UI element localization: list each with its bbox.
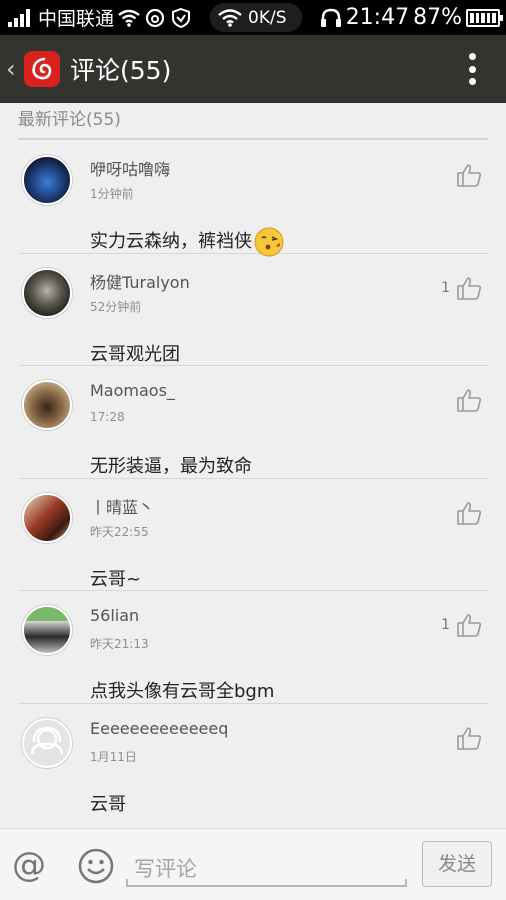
title-bar: ‹ 评论(55): [0, 35, 506, 103]
comment-list: 咿呀咕噜嗨 1分钟前 实力云森纳，裤裆侠 杨健Turalyon 52分钟前 云哥…: [18, 141, 488, 816]
like-button[interactable]: 1: [441, 613, 482, 637]
comment-text: 点我头像有云哥全bgm: [90, 681, 275, 702]
comment-time: 昨天22:55: [90, 524, 149, 539]
comment-item: Maomaos_ 17:28 无形装逼，最为致命: [18, 366, 488, 479]
comment-username[interactable]: 56lian: [90, 606, 139, 625]
comment-text: 实力云森纳，裤裆侠: [90, 227, 284, 257]
send-button[interactable]: 发送: [422, 841, 492, 887]
comment-time: 1分钟前: [90, 187, 134, 201]
mention-button[interactable]: @: [12, 845, 46, 885]
thumbs-up-icon: [457, 389, 482, 412]
back-icon[interactable]: ‹: [6, 55, 20, 83]
thumbs-up-icon: [457, 614, 482, 637]
comment-username[interactable]: Maomaos_: [90, 381, 175, 400]
kiss-emoji-icon: [254, 227, 284, 257]
headphones-icon: [320, 8, 341, 27]
network-speed: 0K/S: [210, 3, 302, 32]
wifi-icon: [118, 7, 140, 29]
avatar[interactable]: [22, 492, 72, 543]
comment-time: 昨天21:13: [90, 637, 149, 651]
comment-input-placeholder: 写评论: [134, 857, 197, 881]
carrier-label: 中国联通: [38, 8, 115, 30]
like-button[interactable]: [450, 163, 482, 187]
more-vertical-icon[interactable]: [468, 53, 476, 85]
comment-username[interactable]: 丨晴蓝丶: [90, 494, 154, 518]
page-title: 评论(55): [70, 56, 172, 85]
comment-username[interactable]: 咿呀咕噜嗨: [90, 156, 170, 180]
avatar[interactable]: [22, 605, 72, 655]
comment-time: 17:28: [90, 410, 125, 424]
comment-username[interactable]: 杨健Turalyon: [90, 269, 190, 293]
battery-percent: 87%: [413, 5, 462, 30]
avatar[interactable]: [22, 267, 72, 318]
like-button[interactable]: [450, 726, 482, 750]
avatar[interactable]: [22, 380, 72, 430]
comment-text: 无形装逼，最为致命: [90, 456, 252, 477]
comment-item: 杨健Turalyon 52分钟前 云哥观光团 1: [18, 254, 488, 366]
like-button[interactable]: [450, 501, 482, 525]
comment-item: 56lian 昨天21:13 点我头像有云哥全bgm 1: [18, 591, 488, 704]
signal-icon: [8, 8, 30, 27]
battery-icon: [466, 8, 503, 27]
music-notification-icon: [144, 7, 166, 29]
like-count: 1: [441, 617, 450, 633]
like-count: 1: [441, 279, 450, 296]
avatar[interactable]: [22, 717, 72, 768]
like-button[interactable]: 1: [441, 276, 482, 300]
thumbs-up-icon: [457, 726, 482, 750]
comment-composer: @ 写评论 发送: [0, 828, 506, 900]
comment-item: 咿呀咕噜嗨 1分钟前 实力云森纳，裤裆侠: [18, 141, 488, 257]
comment-text: 云哥~: [90, 568, 142, 590]
comment-input[interactable]: 写评论: [126, 849, 407, 887]
comment-time: 1月11日: [90, 749, 137, 764]
avatar[interactable]: [22, 155, 72, 205]
like-button[interactable]: [450, 388, 482, 412]
status-bar: 中国联通 0K/S 21:47 87%: [0, 0, 506, 35]
comment-text: 云哥观光团: [90, 343, 180, 365]
clock: 21:47: [345, 5, 410, 30]
default-avatar-icon: [30, 726, 64, 754]
comment-username[interactable]: Eeeeeeeeeeeeeq: [90, 719, 228, 738]
netease-music-icon[interactable]: [24, 51, 60, 87]
section-title: 最新评论(55): [18, 103, 488, 140]
comment-item: 丨晴蓝丶 昨天22:55 云哥~: [18, 479, 488, 591]
comment-item: Eeeeeeeeeeeeeq 1月11日 云哥: [18, 704, 488, 817]
comment-time: 52分钟前: [90, 299, 142, 314]
emoji-icon[interactable]: [78, 848, 114, 884]
shield-icon: [170, 7, 192, 29]
comment-text: 云哥: [90, 793, 126, 815]
speed-label: 0K/S: [248, 7, 287, 28]
wifi-icon: [218, 8, 242, 27]
thumbs-up-icon: [457, 501, 482, 525]
thumbs-up-icon: [457, 164, 482, 187]
thumbs-up-icon: [457, 276, 482, 300]
